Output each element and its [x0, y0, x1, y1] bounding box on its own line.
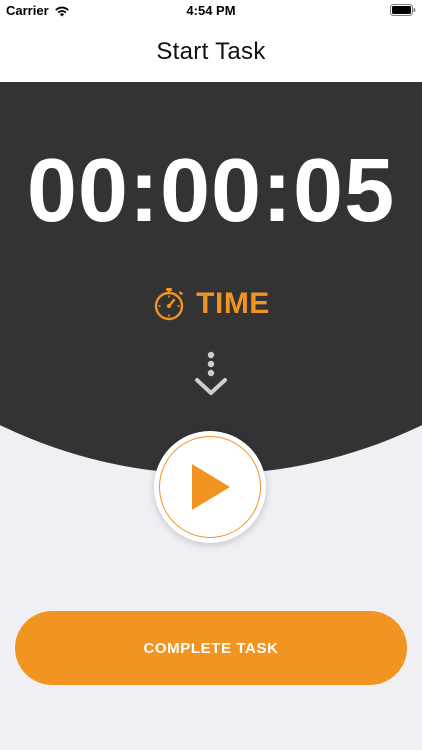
timer-panel-top: [0, 82, 422, 92]
play-icon: [192, 464, 230, 510]
start-task-screen: Carrier 4:54 PM Start Task 00:00:05 TIME…: [0, 0, 422, 750]
play-button[interactable]: [154, 431, 266, 543]
page-title: Start Task: [156, 38, 266, 65]
status-time: 4:54 PM: [186, 3, 236, 18]
stopwatch-icon: [154, 288, 184, 321]
complete-task-button[interactable]: COMPLETE TASK: [15, 611, 407, 685]
battery-icon: [390, 4, 416, 16]
time-label: TIME: [196, 287, 270, 320]
scroll-down-icon: [195, 351, 227, 395]
navigation-bar: Start Task: [0, 22, 422, 82]
time-label-row: TIME: [0, 286, 422, 322]
battery-indicator: [390, 4, 416, 19]
play-button-ring: [159, 436, 261, 538]
status-bar: Carrier 4:54 PM: [0, 0, 422, 22]
timer-display: 00:00:05: [26, 141, 396, 241]
